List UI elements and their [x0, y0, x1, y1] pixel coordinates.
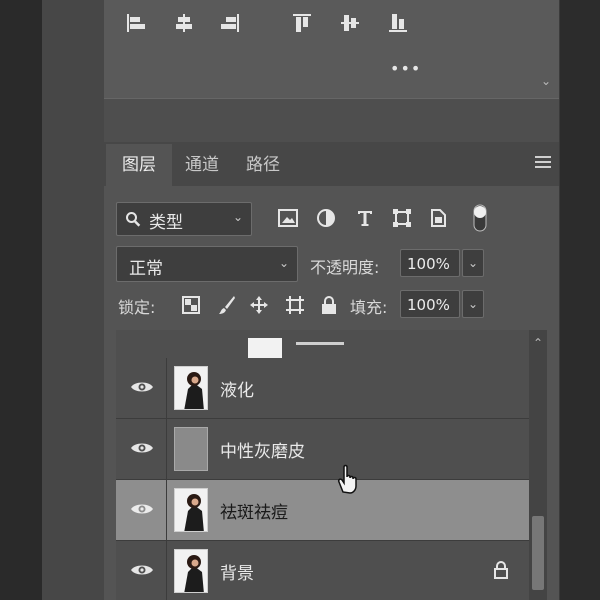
opacity-label: 不透明度:: [310, 258, 380, 277]
layer-filter-row: 类型 ⌄: [116, 202, 546, 236]
search-icon: [126, 212, 141, 227]
eye-icon[interactable]: [130, 440, 154, 456]
lock-label: 锁定:: [118, 298, 156, 317]
layer-row[interactable]: 祛斑祛痘: [116, 480, 529, 541]
chevron-down-icon[interactable]: ⌄: [541, 74, 551, 88]
panel-tabbar: 图层 通道 路径: [104, 142, 559, 186]
eye-icon[interactable]: [130, 501, 154, 517]
divider: [166, 358, 167, 418]
blend-opacity-row: 正常 ⌄ 不透明度: 100% ⌄: [116, 246, 546, 282]
align-panel: ••• ⌄: [104, 0, 559, 98]
layer-name[interactable]: 祛斑祛痘: [220, 498, 288, 523]
hand-cursor-icon: [338, 464, 357, 494]
lock-icon[interactable]: [493, 561, 509, 579]
layer-list-scrollbar[interactable]: ⌃: [529, 330, 547, 600]
layer-name[interactable]: 中性灰磨皮: [220, 437, 305, 462]
eye-icon[interactable]: [130, 562, 154, 578]
chevron-down-icon: ⌄: [278, 256, 289, 270]
layer-thumbnail: [174, 549, 208, 593]
lock-position-icon[interactable]: [248, 294, 270, 316]
opacity-dropdown-button[interactable]: ⌄: [462, 249, 484, 277]
align-bottom-edges-icon[interactable]: [384, 10, 412, 36]
align-vertical-centers-icon[interactable]: [336, 10, 364, 36]
panel-menu-icon[interactable]: [535, 156, 551, 170]
lock-artboard-icon[interactable]: [284, 294, 306, 316]
screen-bezel-right: [560, 0, 600, 600]
adjustment-filter-icon[interactable]: [314, 206, 338, 230]
layers-panel: 图层 通道 路径 类型 ⌄ 正常 ⌄ 不透明度: 100% ⌄ 锁定: 填充: …: [104, 142, 559, 600]
fill-input[interactable]: 100%: [400, 290, 460, 318]
more-options-button[interactable]: •••: [390, 61, 420, 77]
screen-bezel: [0, 0, 42, 600]
blend-mode-select[interactable]: 正常 ⌄: [116, 246, 298, 282]
align-left-edges-icon[interactable]: [122, 10, 150, 36]
eye-icon[interactable]: [130, 379, 154, 395]
panel-divider: [104, 98, 559, 143]
filter-toggle-icon[interactable]: [468, 202, 492, 234]
shape-filter-icon[interactable]: [390, 206, 414, 230]
tab-channels[interactable]: 通道: [172, 144, 232, 186]
smart-object-filter-icon[interactable]: [426, 206, 450, 230]
blend-mode-value: 正常: [129, 259, 163, 279]
align-right-edges-icon[interactable]: [216, 10, 244, 36]
opacity-input[interactable]: 100%: [400, 249, 460, 277]
filter-kind-select[interactable]: 类型 ⌄: [116, 202, 252, 236]
layer-row-partial[interactable]: [116, 330, 529, 359]
layer-row[interactable]: 中性灰磨皮: [116, 419, 529, 480]
filter-kind-label: 类型: [149, 213, 183, 233]
layer-thumbnail: [174, 427, 208, 471]
layer-row[interactable]: 背景: [116, 541, 529, 600]
lock-all-icon[interactable]: [318, 294, 340, 316]
chevron-down-icon: ⌄: [232, 210, 243, 224]
scrollbar-thumb[interactable]: [532, 516, 544, 590]
type-filter-icon[interactable]: [353, 206, 377, 230]
layer-thumbnail: [174, 488, 208, 532]
divider: [166, 541, 167, 600]
divider: [296, 342, 344, 345]
layer-mask-thumbnail: [248, 338, 282, 358]
tab-paths[interactable]: 路径: [232, 144, 294, 186]
tab-layers[interactable]: 图层: [106, 144, 172, 186]
divider: [166, 419, 167, 479]
layer-list: 液化 中性灰磨皮 祛斑祛痘 背景: [116, 330, 529, 600]
divider: [166, 480, 167, 540]
lock-transparent-pixels-icon[interactable]: [180, 294, 202, 316]
layer-name[interactable]: 液化: [220, 376, 254, 401]
fill-dropdown-button[interactable]: ⌄: [462, 290, 484, 318]
lock-image-pixels-icon[interactable]: [216, 294, 238, 316]
chevron-up-icon[interactable]: ⌃: [529, 336, 547, 350]
lock-fill-row: 锁定: 填充: 100% ⌄: [112, 288, 552, 322]
align-top-edges-icon[interactable]: [288, 10, 316, 36]
layer-row[interactable]: 液化: [116, 358, 529, 419]
side-toolbar-area: [42, 0, 104, 600]
align-horizontal-centers-icon[interactable]: [170, 10, 198, 36]
layer-name[interactable]: 背景: [220, 559, 254, 584]
fill-label: 填充:: [350, 298, 388, 317]
pixel-filter-icon[interactable]: [276, 206, 300, 230]
layer-thumbnail: [174, 366, 208, 410]
